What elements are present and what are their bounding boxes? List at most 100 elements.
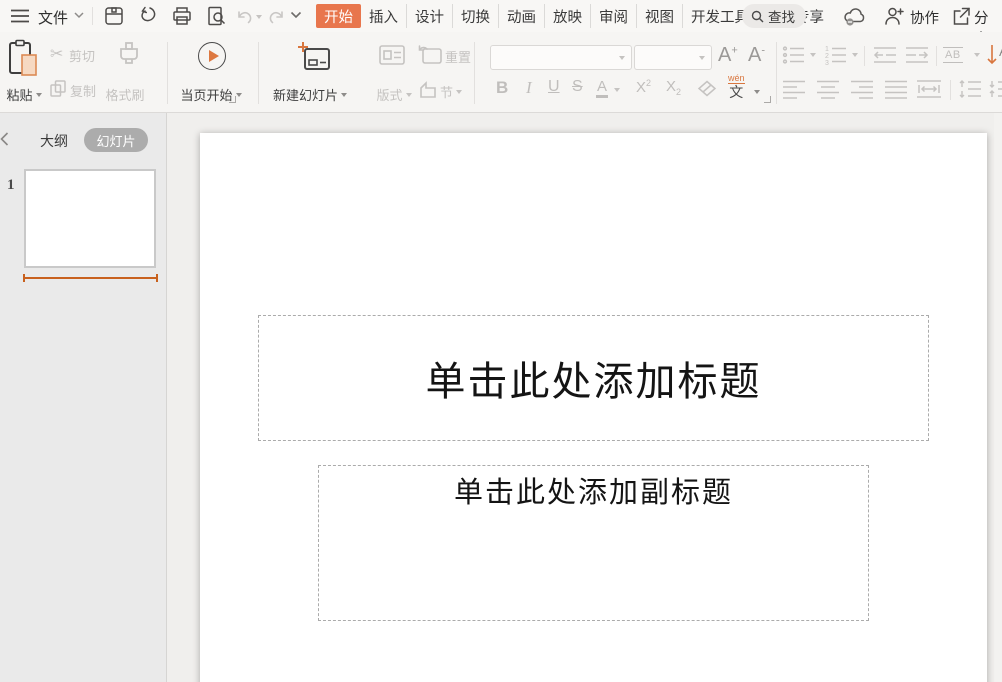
layout-button[interactable]: 版式 xyxy=(372,85,416,104)
svg-text:1: 1 xyxy=(825,46,829,53)
svg-text:3: 3 xyxy=(825,60,829,65)
copy-button[interactable]: 复制 xyxy=(70,81,96,100)
group-separator xyxy=(474,42,475,104)
section-caret xyxy=(456,90,462,94)
play-from-current-button[interactable]: 当页开始 xyxy=(168,85,254,104)
superscript-button[interactable]: X2 xyxy=(636,78,651,96)
align-left-icon[interactable] xyxy=(782,79,806,99)
insertion-indicator xyxy=(24,277,157,279)
tab-review[interactable]: 审阅 xyxy=(590,4,636,28)
tab-outline[interactable]: 大纲 xyxy=(40,131,68,151)
ribbon-toolbar: 粘贴 ✂ 剪切 复制 格式刷 当页开始 新建幻灯片 版式 重置 节 xyxy=(0,32,1002,113)
more-quick-actions-icon[interactable] xyxy=(290,11,302,19)
title-placeholder[interactable]: 单击此处添加标题 xyxy=(258,315,929,441)
numbered-list-caret[interactable] xyxy=(852,53,858,57)
bullet-list-caret[interactable] xyxy=(810,53,816,57)
slide-number: 1 xyxy=(7,177,15,194)
play-from-current-icon[interactable] xyxy=(198,42,226,70)
inner-separator xyxy=(950,80,951,100)
menubar: 文件 开始 插入 设计 切换 动画 放映 审阅 视图 开发工具 会员专享 查找 xyxy=(0,0,1002,32)
tab-animation[interactable]: 动画 xyxy=(498,4,544,28)
paste-caret xyxy=(36,93,42,97)
tab-slideshow[interactable]: 放映 xyxy=(544,4,590,28)
layout-caret xyxy=(406,93,412,97)
search-box[interactable]: 查找 xyxy=(742,4,806,28)
justify-icon[interactable] xyxy=(884,79,908,99)
italic-button[interactable]: I xyxy=(526,78,532,98)
search-label: 查找 xyxy=(768,6,795,26)
cloud-sync-icon[interactable] xyxy=(842,6,868,27)
slide-thumbnail[interactable] xyxy=(24,169,156,268)
increase-font-size-button[interactable]: A+ xyxy=(718,44,738,67)
add-collaborator-icon[interactable] xyxy=(884,6,905,26)
new-slide-icon[interactable] xyxy=(296,39,332,75)
cut-icon[interactable]: ✂ xyxy=(50,44,63,64)
copy-icon[interactable] xyxy=(49,79,67,97)
align-center-icon[interactable] xyxy=(816,79,840,99)
subtitle-placeholder[interactable]: 单击此处添加副标题 xyxy=(318,465,869,621)
reset-button[interactable]: 重置 xyxy=(445,47,471,66)
slide-page[interactable]: 单击此处添加标题 单击此处添加副标题 xyxy=(200,133,987,682)
reset-icon[interactable] xyxy=(417,43,443,67)
paste-button[interactable]: 粘贴 xyxy=(2,85,46,104)
hamburger-menu-icon[interactable] xyxy=(10,9,30,23)
insertion-indicator-cap xyxy=(156,274,158,282)
tab-home[interactable]: 开始 xyxy=(316,4,361,28)
search-icon xyxy=(751,10,764,23)
undo-icon[interactable] xyxy=(236,8,253,24)
bold-button[interactable]: B xyxy=(496,78,508,98)
decrease-indent-icon[interactable] xyxy=(872,45,898,65)
distribute-text-icon[interactable] xyxy=(916,79,942,99)
layout-icon[interactable] xyxy=(378,44,406,66)
text-direction-icon[interactable]: A xyxy=(986,43,1002,67)
section-icon[interactable] xyxy=(418,80,438,100)
slide-panel: 大纲 幻灯片 1 xyxy=(0,113,167,682)
new-slide-button[interactable]: 新建幻灯片 xyxy=(264,85,356,104)
line-spacing-increase-icon[interactable] xyxy=(958,79,982,99)
tab-view[interactable]: 视图 xyxy=(636,4,682,28)
tab-insert[interactable]: 插入 xyxy=(361,4,406,28)
print-icon[interactable] xyxy=(171,5,193,27)
character-border-button[interactable]: AB xyxy=(943,47,963,63)
phonetic-caret[interactable] xyxy=(754,90,760,94)
undo-dropdown-caret[interactable] xyxy=(256,15,262,19)
collaborate-button[interactable]: 协作 xyxy=(910,7,939,28)
font-size-select[interactable] xyxy=(634,45,712,70)
redo-icon[interactable] xyxy=(268,8,285,24)
insertion-indicator-cap xyxy=(23,274,25,282)
collapse-panel-icon[interactable] xyxy=(0,132,9,146)
underline-button[interactable]: U xyxy=(548,78,560,96)
share-icon[interactable] xyxy=(952,6,971,26)
character-border-caret[interactable] xyxy=(974,53,980,57)
strikethrough-button[interactable]: S xyxy=(572,78,583,96)
export-pdf-icon[interactable] xyxy=(137,5,159,27)
font-color-button[interactable]: A xyxy=(596,78,608,96)
print-preview-icon[interactable] xyxy=(205,5,227,27)
paste-icon[interactable] xyxy=(7,39,39,79)
align-right-icon[interactable] xyxy=(850,79,874,99)
clear-format-icon[interactable] xyxy=(696,79,718,99)
vertical-scrollbar[interactable] xyxy=(994,113,1002,682)
file-menu[interactable]: 文件 xyxy=(38,7,68,28)
format-painter-button[interactable]: 格式刷 xyxy=(104,85,146,104)
file-menu-chevron-icon[interactable] xyxy=(74,12,84,19)
font-name-select[interactable] xyxy=(490,45,632,70)
increase-indent-icon[interactable] xyxy=(904,45,930,65)
save-icon[interactable] xyxy=(103,5,125,27)
group-separator xyxy=(776,42,777,104)
section-button[interactable]: 节 xyxy=(440,82,462,101)
menubar-separator xyxy=(92,7,93,25)
font-color-caret[interactable] xyxy=(614,88,620,92)
line-spacing-decrease-icon[interactable] xyxy=(988,79,1002,99)
bullet-list-icon[interactable] xyxy=(782,45,806,65)
subscript-button[interactable]: X2 xyxy=(666,78,681,97)
tab-slides[interactable]: 幻灯片 xyxy=(84,128,148,152)
decrease-font-size-button[interactable]: A- xyxy=(748,44,765,67)
numbered-list-icon[interactable]: 123 xyxy=(824,45,848,65)
cut-button[interactable]: 剪切 xyxy=(69,46,95,65)
format-painter-icon[interactable] xyxy=(116,41,142,79)
tab-design[interactable]: 设计 xyxy=(406,4,452,28)
font-dialog-launcher[interactable] xyxy=(764,96,771,103)
tab-transitions[interactable]: 切换 xyxy=(452,4,498,28)
phonetic-guide-button[interactable]: wén 文 xyxy=(728,74,745,99)
